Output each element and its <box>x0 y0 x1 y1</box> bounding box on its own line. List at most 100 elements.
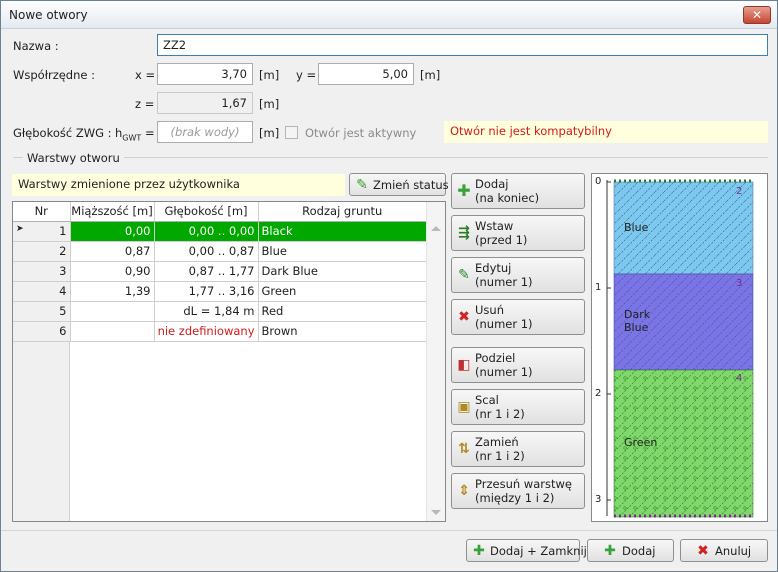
remove-layer-button[interactable]: ✖ Usuń (numer 1) <box>451 299 585 335</box>
col-header-depth[interactable]: Głębokość [m] <box>154 202 259 222</box>
hgwt-input[interactable]: (brak wody) <box>157 121 253 143</box>
cell-nr: 5 <box>13 301 71 322</box>
dialog-window: Nowe otwory ✕ Nazwa : ZZ2 Współrzędne : … <box>0 0 778 572</box>
table-row[interactable]: 4 1,39 1,77 .. 3,16 Green <box>13 281 427 302</box>
cell-nr: 4 <box>13 281 71 302</box>
table-row[interactable]: 2 0,87 0,00 .. 0,87 Blue <box>13 241 427 262</box>
cell-soil[interactable]: Blue <box>258 241 427 262</box>
swap-layers-button[interactable]: ⇅ Zamień (nr 1 i 2) <box>451 431 585 467</box>
cell-soil[interactable]: Black <box>258 221 427 242</box>
cell-soil[interactable]: Green <box>258 281 427 302</box>
insert-layer-button[interactable]: ⇶ Wstaw (przed 1) <box>451 215 585 251</box>
name-label: Nazwa : <box>13 39 59 53</box>
y-unit: [m] <box>420 68 441 82</box>
table-row[interactable]: 5 dL = 1,84 m Red <box>13 301 427 322</box>
layer-number: 4 <box>736 373 743 384</box>
scroll-down-icon[interactable] <box>431 510 441 515</box>
change-status-button[interactable]: ✎ Zmień status <box>349 173 449 196</box>
borehole-profile: 0 1 2 3 2 Blue 3 Dark Blue 4 Green <box>591 173 768 522</box>
layer-number: 3 <box>736 278 743 289</box>
active-checkbox-label: Otwór jest aktywny <box>305 126 417 140</box>
merge-icon: ▣ <box>457 399 471 415</box>
layer-name: Blue <box>624 221 649 234</box>
axis-tick-label: 0 <box>595 176 602 187</box>
cell-thickness[interactable]: 0,90 <box>70 261 155 282</box>
cell-nr: 2 <box>13 241 71 262</box>
active-checkbox[interactable] <box>285 126 298 139</box>
cell-soil[interactable]: Red <box>258 301 427 322</box>
cell-depth[interactable]: 0,87 .. 1,77 <box>154 261 259 282</box>
cell-depth[interactable]: 0,00 .. 0,87 <box>154 241 259 262</box>
move-layer-button[interactable]: ⇕ Przesuń warstwę (między 1 i 2) <box>451 473 585 509</box>
axis-tick-label: 1 <box>595 282 602 293</box>
cancel-button[interactable]: ✖ Anuluj <box>680 539 768 562</box>
table-empty-area <box>13 342 70 521</box>
plus-icon: ✚ <box>457 181 471 200</box>
layers-table: Nr Miąższość [m] Głębokość [m] Rodzaj gr… <box>12 201 446 522</box>
cell-thickness[interactable]: 0,87 <box>70 241 155 262</box>
cell-thickness[interactable]: 0,00 <box>70 221 155 242</box>
hgwt-label: hGWT = <box>115 126 155 143</box>
scroll-up-icon[interactable] <box>431 226 441 231</box>
axis-tick-label: 3 <box>595 494 602 505</box>
table-row[interactable]: 3 0,90 0,87 .. 1,77 Dark Blue <box>13 261 427 282</box>
hgwt-unit: [m] <box>259 126 280 140</box>
close-icon: ✖ <box>697 542 709 559</box>
cell-depth[interactable]: dL = 1,84 m <box>154 301 259 322</box>
plus-icon: ✚ <box>604 542 616 559</box>
edit-layer-button[interactable]: ✎ Edytuj (numer 1) <box>451 257 585 293</box>
table-scrollbar[interactable] <box>426 202 445 521</box>
x-input[interactable]: 3,70 <box>157 63 253 85</box>
y-input[interactable]: 5,00 <box>318 63 414 85</box>
table-row[interactable]: 6 nie zdefiniowany Brown <box>13 321 427 342</box>
layer-name: Dark Blue <box>624 308 651 334</box>
groundwater-label: Głębokość ZWG : <box>13 126 112 140</box>
footer-divider <box>1 530 777 531</box>
cell-nr: 3 <box>13 261 71 282</box>
insert-icon: ⇶ <box>458 225 470 241</box>
col-header-soil[interactable]: Rodzaj gruntu <box>258 202 427 222</box>
title-bar: Nowe otwory ✕ <box>1 1 777 29</box>
table-row[interactable]: ➤ 1 0,00 0,00 .. 0,00 Black <box>13 221 427 242</box>
window-title: Nowe otwory <box>9 8 88 22</box>
pencil-icon: ✎ <box>356 176 368 193</box>
x-unit: [m] <box>259 68 280 82</box>
close-button[interactable]: ✕ <box>743 6 771 24</box>
layer-name: Green <box>624 436 658 449</box>
merge-layers-button[interactable]: ▣ Scal (nr 1 i 2) <box>451 389 585 425</box>
cell-thickness[interactable]: 1,39 <box>70 281 155 302</box>
x-label: x = <box>135 68 156 82</box>
col-header-nr[interactable]: Nr <box>13 202 71 222</box>
cell-nr: 6 <box>13 321 71 342</box>
move-icon: ⇕ <box>458 483 470 499</box>
plus-icon: ✚ <box>473 542 485 559</box>
coordinates-label: Współrzędne : <box>13 68 95 82</box>
name-input[interactable]: ZZ2 <box>157 34 768 56</box>
z-label: z = <box>135 97 155 111</box>
col-header-thickness[interactable]: Miąższość [m] <box>70 202 155 222</box>
layer-number: 2 <box>736 186 743 197</box>
y-label: y = <box>296 68 317 82</box>
cell-depth[interactable]: 1,77 .. 3,16 <box>154 281 259 302</box>
cell-depth[interactable]: nie zdefiniowany <box>154 321 259 342</box>
cell-thickness[interactable] <box>70 301 155 322</box>
layers-changed-info: Warstwy zmienione przez użytkownika <box>12 174 345 196</box>
swap-icon: ⇅ <box>458 441 470 457</box>
layers-group-line <box>13 157 768 158</box>
split-icon: ◧ <box>457 357 471 373</box>
z-value: 1,67 <box>157 92 253 114</box>
layers-group-label: Warstwy otworu <box>23 151 124 165</box>
axis-tick-label: 2 <box>595 388 602 399</box>
z-unit: [m] <box>259 97 280 111</box>
cell-soil[interactable]: Brown <box>258 321 427 342</box>
cell-thickness[interactable] <box>70 321 155 342</box>
cell-soil[interactable]: Dark Blue <box>258 261 427 282</box>
split-layer-button[interactable]: ◧ Podziel (numer 1) <box>451 347 585 383</box>
compatibility-warning: Otwór nie jest kompatybilny <box>444 121 768 143</box>
add-layer-button[interactable]: ✚ Dodaj (na koniec) <box>451 173 585 209</box>
profile-graphic <box>606 179 754 518</box>
cell-depth[interactable]: 0,00 .. 0,00 <box>154 221 259 242</box>
row-pointer-icon: ➤ <box>16 224 24 234</box>
add-button[interactable]: ✚ Dodaj <box>587 539 674 562</box>
add-and-close-button[interactable]: ✚ Dodaj + Zamknij <box>466 539 587 562</box>
